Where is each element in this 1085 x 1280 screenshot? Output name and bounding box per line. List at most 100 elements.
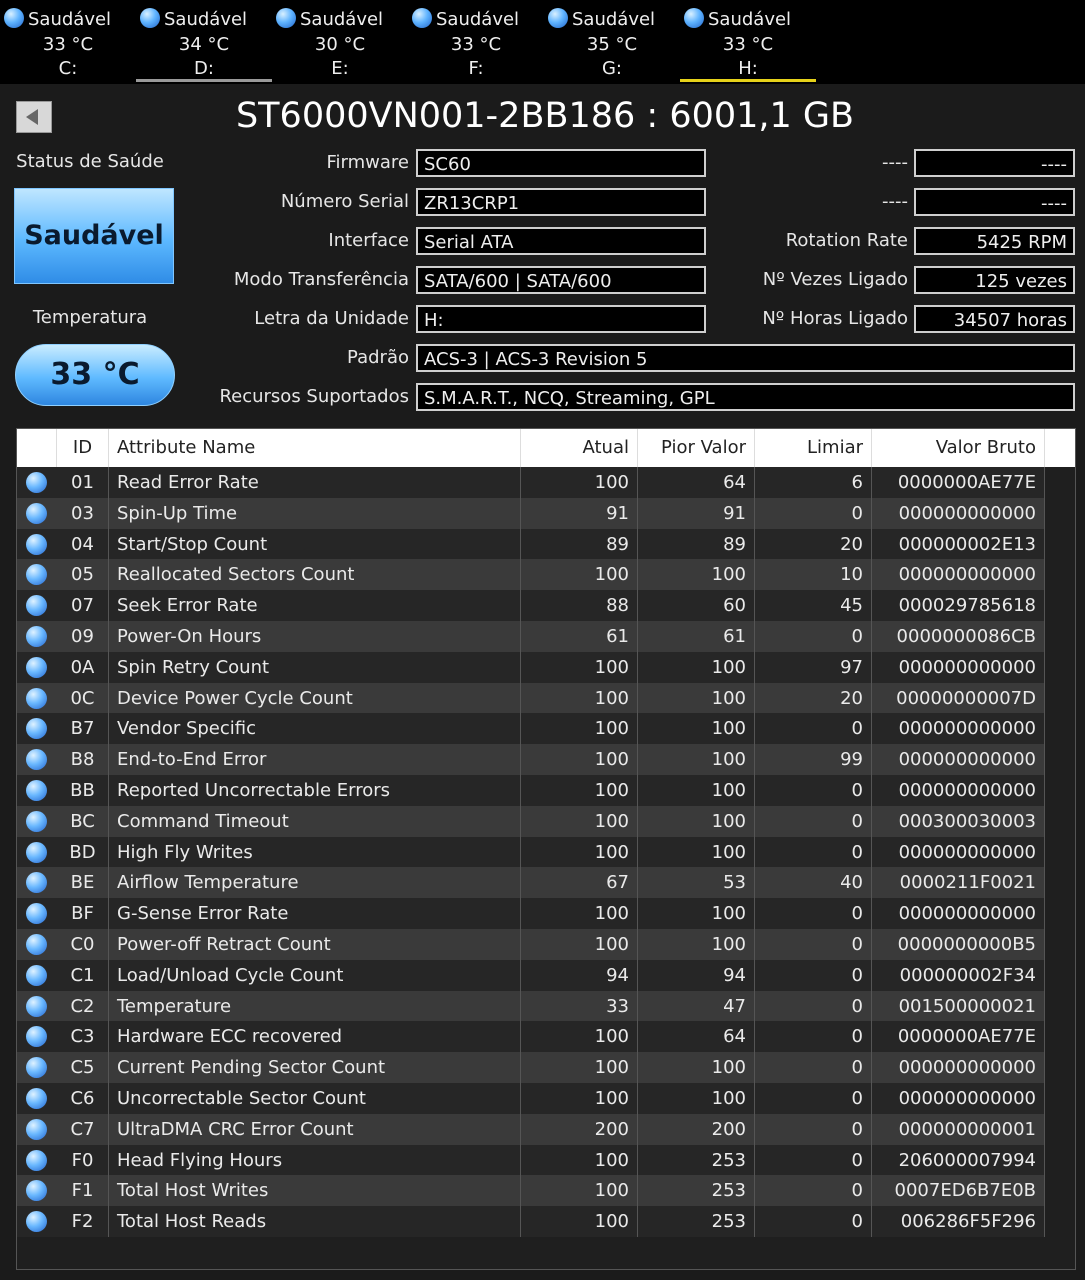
attribute-current: 100 xyxy=(521,744,638,776)
attribute-worst: 100 xyxy=(638,1052,755,1084)
health-status-button[interactable]: Saudável xyxy=(14,188,174,284)
drive-tab-e[interactable]: Saudável 30 °C E: xyxy=(272,0,408,82)
table-row[interactable]: C1 Load/Unload Cycle Count 94 94 0 000000002F… xyxy=(17,959,1045,991)
health-status-icon xyxy=(140,8,160,28)
power-on-hours-field[interactable]: 34507 horas xyxy=(914,305,1075,333)
drive-tab-c[interactable]: Saudável 33 °C C: xyxy=(0,0,136,82)
table-row[interactable]: B7 Vendor Specific 100 100 0 000000000000 xyxy=(17,713,1045,745)
table-row[interactable]: BF G-Sense Error Rate 100 100 0 000000000000 xyxy=(17,898,1045,930)
table-row[interactable]: C6 Uncorrectable Sector Count 100 100 0 00000… xyxy=(17,1083,1045,1114)
drive-status: Saudável xyxy=(164,9,248,30)
drive-letter-field[interactable]: H: xyxy=(416,305,706,333)
table-row[interactable]: BD High Fly Writes 100 100 0 000000000000 xyxy=(17,836,1045,868)
table-row[interactable]: BB Reported Uncorrectable Errors 100 100 0 00… xyxy=(17,775,1045,806)
temperature-display[interactable]: 33 °C xyxy=(15,344,175,406)
drive-temperature: 33 °C xyxy=(450,34,502,55)
row-status-icon xyxy=(17,991,57,1022)
attribute-raw: 0000000AE77E xyxy=(872,467,1045,498)
table-row[interactable]: 0C Device Power Cycle Count 100 100 20 000000… xyxy=(17,682,1045,714)
firmware-field[interactable]: SC60 xyxy=(416,149,706,177)
table-row[interactable]: C2 Temperature 33 47 0 001500000021 xyxy=(17,990,1045,1022)
serial-field[interactable]: ZR13CRP1 xyxy=(416,188,706,216)
smart-attributes-table[interactable]: ID Attribute Name Atual Pior Valor Limia… xyxy=(16,428,1076,1270)
health-status-icon xyxy=(26,995,47,1017)
drive-tab-g[interactable]: Saudável 35 °C G: xyxy=(544,0,680,82)
health-status-icon xyxy=(26,964,47,986)
attribute-current: 100 xyxy=(521,1083,638,1114)
health-status-icon xyxy=(26,502,47,524)
attribute-name: High Fly Writes xyxy=(109,836,521,868)
column-header-status[interactable] xyxy=(17,429,57,467)
table-row[interactable]: BE Airflow Temperature 67 53 40 0000211F0021 xyxy=(17,867,1045,899)
table-row[interactable]: C5 Current Pending Sector Count 100 100 0 000… xyxy=(17,1052,1045,1084)
drive-letter: E: xyxy=(331,58,349,79)
attribute-name: G-Sense Error Rate xyxy=(109,898,521,930)
table-row[interactable]: B8 End-to-End Error 100 100 99 000000000000 xyxy=(17,744,1045,776)
features-field[interactable]: S.M.A.R.T., NCQ, Streaming, GPL xyxy=(416,383,1075,411)
reserved-field-1[interactable]: ---- xyxy=(914,149,1075,177)
attribute-worst: 100 xyxy=(638,1083,755,1114)
interface-field[interactable]: Serial ATA xyxy=(416,227,706,255)
health-status-icon xyxy=(26,533,47,555)
table-row[interactable]: C3 Hardware ECC recovered 100 64 0 0000000AE7… xyxy=(17,1021,1045,1053)
attribute-current: 67 xyxy=(521,867,638,899)
reserved-field-2[interactable]: ---- xyxy=(914,188,1075,216)
serial-label: Número Serial xyxy=(280,191,409,212)
table-row[interactable]: C7 UltraDMA CRC Error Count 200 200 0 0000000… xyxy=(17,1113,1045,1145)
attribute-worst: 47 xyxy=(638,990,755,1022)
attribute-name: Spin Retry Count xyxy=(109,651,521,683)
column-header-worst[interactable]: Pior Valor xyxy=(638,429,755,467)
table-row[interactable]: 04 Start/Stop Count 89 89 20 000000002E13 xyxy=(17,528,1045,560)
attribute-worst: 60 xyxy=(638,590,755,622)
rotation-rate-field[interactable]: 5425 RPM xyxy=(914,227,1075,255)
drive-tab-h[interactable]: Saudável 33 °C H: xyxy=(680,0,816,82)
transfer-mode-label: Modo Transferência xyxy=(233,269,409,290)
attribute-id: C0 xyxy=(57,929,109,960)
table-row[interactable]: BC Command Timeout 100 100 0 000300030003 xyxy=(17,805,1045,837)
attribute-id: B7 xyxy=(57,713,109,745)
column-header-id[interactable]: ID xyxy=(57,429,109,467)
table-row[interactable]: C0 Power-off Retract Count 100 100 0 00000000… xyxy=(17,929,1045,960)
attribute-current: 91 xyxy=(521,497,638,529)
previous-drive-button[interactable] xyxy=(16,101,52,133)
table-row[interactable]: 03 Spin-Up Time 91 91 0 000000000000 xyxy=(17,497,1045,529)
drive-tab-f[interactable]: Saudável 33 °C F: xyxy=(408,0,544,82)
attribute-name: Power-off Retract Count xyxy=(109,929,521,960)
column-header-name[interactable]: Attribute Name xyxy=(109,429,521,467)
rotation-rate-label: Rotation Rate xyxy=(785,230,908,251)
transfer-mode-field[interactable]: SATA/600 | SATA/600 xyxy=(416,266,706,294)
attribute-worst: 100 xyxy=(638,713,755,745)
column-header-threshold[interactable]: Limiar xyxy=(755,429,872,467)
drive-letter: H: xyxy=(738,58,758,79)
table-row[interactable]: 05 Reallocated Sectors Count 100 100 10 00000… xyxy=(17,559,1045,591)
health-status-icon xyxy=(26,626,47,647)
attribute-name: Uncorrectable Sector Count xyxy=(109,1083,521,1114)
attribute-worst: 100 xyxy=(638,805,755,837)
attribute-current: 100 xyxy=(521,713,638,745)
table-row[interactable]: F2 Total Host Reads 100 253 0 006286F5F296 xyxy=(17,1206,1045,1238)
health-status-icon xyxy=(26,1211,47,1233)
table-scroll-area[interactable] xyxy=(1045,467,1073,1267)
table-row[interactable]: 01 Read Error Rate 100 64 6 0000000AE77E xyxy=(17,467,1045,498)
attribute-worst: 100 xyxy=(638,651,755,683)
standard-field[interactable]: ACS-3 | ACS-3 Revision 5 xyxy=(416,344,1075,372)
row-status-icon xyxy=(17,713,57,744)
table-row[interactable]: 09 Power-On Hours 61 61 0 0000000086CB xyxy=(17,621,1045,652)
attribute-id: 07 xyxy=(57,590,109,622)
column-header-raw[interactable]: Valor Bruto xyxy=(872,429,1045,467)
row-status-icon xyxy=(17,744,57,775)
attribute-id: 01 xyxy=(57,467,109,498)
column-header-current[interactable]: Atual xyxy=(521,429,638,467)
attribute-raw: 000000000000 xyxy=(872,1052,1045,1084)
attribute-worst: 64 xyxy=(638,467,755,498)
attribute-id: 05 xyxy=(57,559,109,591)
table-row[interactable]: 07 Seek Error Rate 88 60 45 000029785618 xyxy=(17,590,1045,622)
attribute-raw: 000000000000 xyxy=(872,775,1045,806)
table-row[interactable]: 0A Spin Retry Count 100 100 97 000000000000 xyxy=(17,651,1045,683)
table-row[interactable]: F0 Head Flying Hours 100 253 0 206000007994 xyxy=(17,1144,1045,1176)
table-row[interactable]: F1 Total Host Writes 100 253 0 0007ED6B7E0B xyxy=(17,1175,1045,1207)
power-on-count-field[interactable]: 125 vezes xyxy=(914,266,1075,294)
attribute-id: 0C xyxy=(57,682,109,714)
attribute-id: F1 xyxy=(57,1175,109,1207)
drive-tab-d[interactable]: Saudável 34 °C D: xyxy=(136,0,272,82)
